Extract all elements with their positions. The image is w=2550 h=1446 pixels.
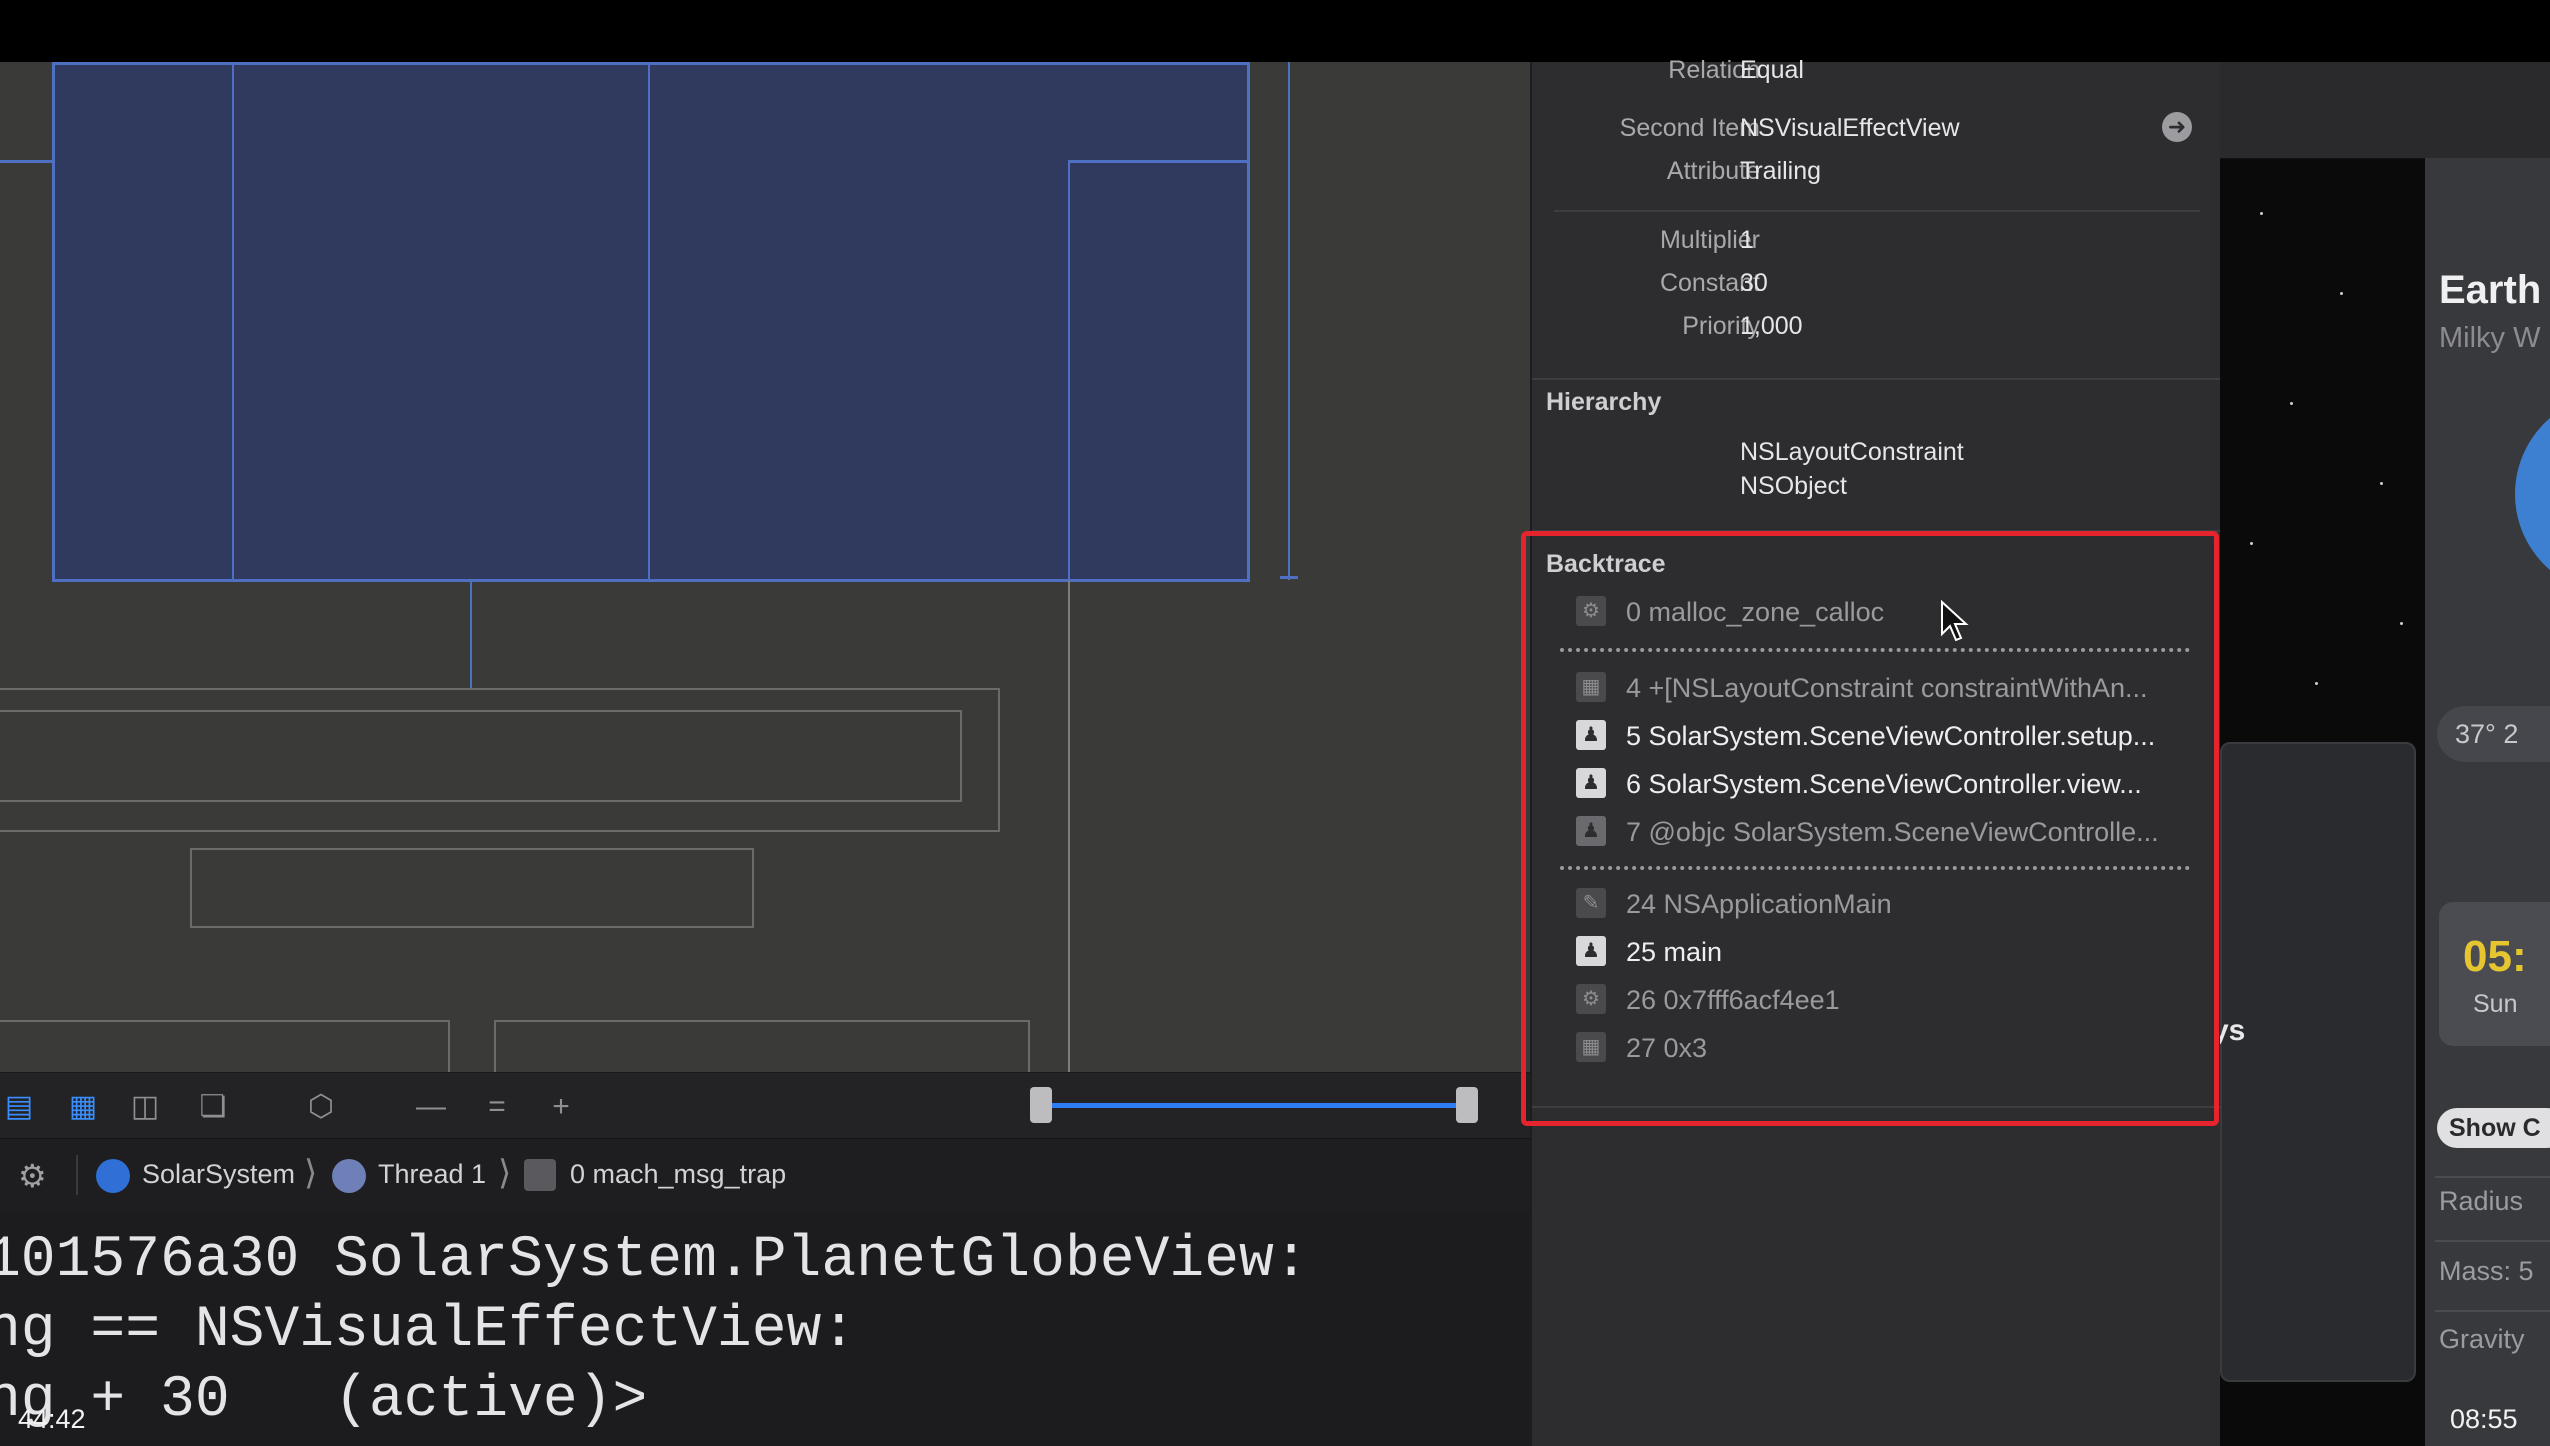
galaxy-subtitle: Milky W	[2439, 322, 2541, 354]
backtrace-highlight-box	[1521, 531, 2219, 1126]
star	[2290, 402, 2293, 405]
console-line: ng == NSVisualEffectView:	[0, 1298, 857, 1363]
remaining-time: 08:55	[2450, 1404, 2518, 1434]
add-icon[interactable]: +	[542, 1089, 580, 1125]
star	[2315, 682, 2318, 685]
arrow-right-circle-icon[interactable]: ➜	[2162, 112, 2192, 142]
second-item-value: NSVisualEffectView	[1740, 114, 1960, 142]
attribute-value: Trailing	[1740, 157, 1822, 185]
show-button[interactable]: Show C	[2437, 1108, 2550, 1148]
constraint-line	[1068, 162, 1070, 580]
coordinate-text: 37° 2	[2455, 719, 2519, 749]
planet-detail-sidebar: Earth Milky W 37° 2 05: Sun Show C Radiu…	[2425, 158, 2550, 1446]
star	[2260, 212, 2263, 215]
hierarchy-class: NSLayoutConstraint	[1740, 438, 1964, 466]
debug-breadcrumb-bar: ⚙ SolarSystem ⟩ Thread 1 ⟩ 0 mach_msg_tr…	[0, 1138, 1530, 1214]
coordinate-pill: 37° 2	[2437, 706, 2550, 762]
multiplier-label: Multiplier	[1659, 226, 1760, 254]
constraint-line	[1288, 62, 1290, 580]
update-frames-icon[interactable]: ⬡	[302, 1089, 340, 1125]
time-value: 05:	[2463, 932, 2527, 981]
star	[2380, 482, 2383, 485]
slider-knob-left[interactable]	[1030, 1087, 1052, 1123]
hierarchy-class: NSObject	[1740, 472, 1847, 500]
console-line: 101576a30 SolarSystem.PlanetGlobeView:	[0, 1228, 1309, 1293]
app-titlebar	[2220, 62, 2550, 159]
separator	[76, 1155, 78, 1195]
hierarchy-heading: Hierarchy	[1546, 388, 1662, 416]
app-target-icon	[96, 1159, 130, 1193]
chevron-right-icon: ⟩	[304, 1154, 318, 1192]
star	[2340, 292, 2343, 295]
priority-label: Priority	[1682, 312, 1760, 340]
top-bar	[0, 0, 2550, 62]
priority-value: 1,000	[1740, 312, 1803, 340]
planet-globe[interactable]	[2515, 394, 2550, 594]
gear-icon[interactable]: ⚙	[18, 1157, 47, 1195]
embed-icon[interactable]: ▦	[64, 1089, 102, 1125]
time-subtitle: Sun	[2473, 990, 2518, 1018]
constraint-line	[470, 580, 472, 688]
debug-console[interactable]: 101576a30 SolarSystem.PlanetGlobeView: n…	[0, 1212, 1530, 1446]
zoom-slider[interactable]	[1040, 1103, 1466, 1108]
canvas-toolbar: ▤ ▦ ◫ ❏ ⬡ — = +	[0, 1072, 1530, 1139]
solar-system-app-window: ys Earth Milky W 37° 2 05: Sun Show C Ra…	[2220, 62, 2550, 1446]
relation-value: Equal	[1740, 56, 1804, 84]
divider	[2435, 1240, 2550, 1242]
elapsed-time: 44:42	[18, 1404, 86, 1434]
placeholder-view[interactable]	[0, 1020, 450, 1072]
star	[2400, 622, 2403, 625]
mass-stat: Mass: 5	[2439, 1256, 2534, 1286]
divider	[1554, 210, 2200, 212]
remove-icon[interactable]: —	[412, 1089, 450, 1125]
radius-stat: Radius	[2439, 1186, 2524, 1216]
constraint-line	[648, 62, 650, 580]
slider-knob-right[interactable]	[1456, 1087, 1478, 1123]
constraint-line	[1068, 160, 1248, 163]
frame-gear-icon	[524, 1159, 556, 1191]
multiplier-value: 1	[1740, 226, 1754, 254]
second-item-label: Second Item	[1619, 114, 1760, 142]
planet-list-card[interactable]: ys	[2220, 742, 2416, 1382]
crumb-thread[interactable]: Thread 1	[378, 1159, 486, 1190]
constraint-line	[1280, 576, 1298, 579]
star	[2250, 542, 2253, 545]
time-card: 05: Sun	[2439, 902, 2550, 1046]
planet-title: Earth	[2439, 268, 2542, 312]
attribute-label: Attribute	[1666, 157, 1760, 185]
crumb-frame[interactable]: 0 mach_msg_trap	[570, 1159, 786, 1190]
stack-view-icon[interactable]: ▤	[0, 1089, 38, 1125]
constraint-line	[0, 160, 52, 163]
thread-icon	[332, 1159, 366, 1193]
constant-label: Constant	[1659, 269, 1760, 297]
chevron-right-icon: ⟩	[498, 1154, 512, 1192]
divider	[2435, 1176, 2550, 1178]
guide-line	[1068, 580, 1070, 1072]
show-button-label: Show C	[2449, 1114, 2541, 1142]
resolve-icon[interactable]: ❏	[194, 1089, 232, 1125]
align-icon[interactable]: ◫	[126, 1089, 164, 1125]
placeholder-view[interactable]	[190, 848, 754, 928]
gravity-stat: Gravity	[2439, 1324, 2525, 1354]
constraint-line	[232, 62, 234, 580]
interface-builder-canvas[interactable]	[0, 62, 1530, 1072]
days-label: ys	[2220, 1014, 2246, 1047]
relation-label: Relation	[1668, 56, 1760, 84]
divider	[1532, 378, 2222, 380]
constant-value: 30	[1740, 269, 1768, 297]
placeholder-view[interactable]	[0, 710, 962, 802]
crumb-app[interactable]: SolarSystem	[142, 1159, 295, 1190]
divider	[2435, 1310, 2550, 1312]
console-line: ng + 30 (active)>	[0, 1368, 648, 1433]
equal-icon[interactable]: =	[478, 1089, 516, 1125]
placeholder-view[interactable]	[494, 1020, 1030, 1072]
